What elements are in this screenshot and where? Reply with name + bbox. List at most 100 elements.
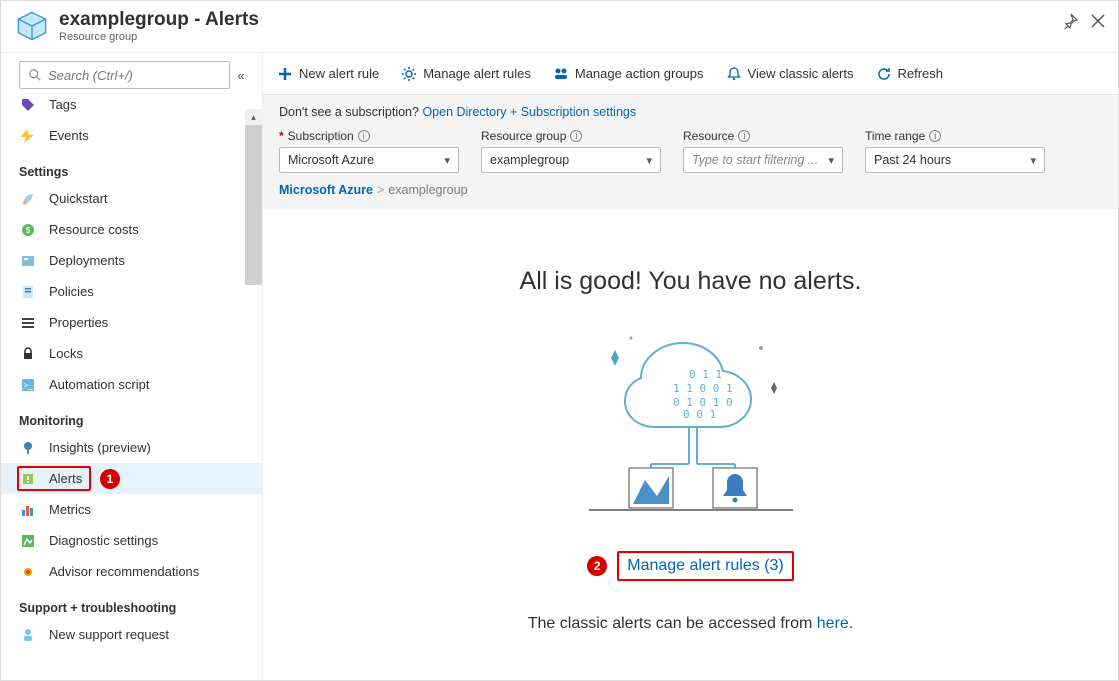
time-range-select[interactable]: Past 24 hours ▾ — [865, 147, 1045, 173]
toolbar-label: New alert rule — [299, 66, 379, 81]
svg-text:>_: >_ — [23, 381, 33, 390]
subscription-select[interactable]: Microsoft Azure▾ — [279, 147, 459, 173]
info-icon[interactable]: i — [738, 130, 750, 142]
sidebar-item-new-support[interactable]: New support request — [1, 619, 262, 650]
sidebar-group-support: Support + troubleshooting — [1, 587, 262, 619]
sidebar-item-quickstart[interactable]: Quickstart — [1, 183, 262, 214]
info-icon[interactable]: i — [929, 130, 941, 142]
search-input[interactable]: Search (Ctrl+/) — [19, 61, 230, 89]
bell-icon — [726, 66, 742, 82]
plus-icon — [277, 66, 293, 82]
filter-area: Don't see a subscription? Open Directory… — [263, 95, 1118, 209]
sidebar-item-insights[interactable]: Insights (preview) — [1, 432, 262, 463]
sidebar-item-policies[interactable]: Policies — [1, 276, 262, 307]
select-value: Microsoft Azure — [288, 153, 374, 167]
breadcrumb-sep: > — [377, 183, 384, 197]
classic-alerts-link[interactable]: here — [817, 615, 849, 632]
classic-prefix: The classic alerts can be accessed from — [528, 615, 817, 632]
search-placeholder: Search (Ctrl+/) — [48, 68, 133, 83]
manage-alert-rules-link[interactable]: Manage alert rules (3) — [627, 557, 784, 574]
callout-highlight-2: Manage alert rules (3) — [617, 551, 794, 581]
subscription-label: Subscription — [288, 129, 354, 143]
collapse-sidebar-icon[interactable]: « — [230, 68, 252, 83]
resource-label: Resource — [683, 129, 734, 143]
open-directory-link[interactable]: Open Directory + Subscription settings — [422, 105, 636, 119]
chevron-down-icon: ▾ — [646, 154, 652, 167]
page-header: examplegroup - Alerts Resource group — [1, 1, 1118, 53]
sidebar-item-label: Locks — [49, 346, 83, 361]
subscription-note: Don't see a subscription? Open Directory… — [279, 105, 1102, 119]
chevron-down-icon: ▾ — [1030, 154, 1036, 167]
sidebar-item-automation-script[interactable]: >_ Automation script — [1, 369, 262, 400]
close-icon[interactable] — [1090, 13, 1106, 34]
advisor-icon — [19, 564, 37, 580]
properties-icon — [19, 315, 37, 331]
svg-text:0 0 1: 0 0 1 — [683, 408, 716, 421]
sidebar-item-label: Resource costs — [49, 222, 139, 237]
action-groups-icon — [553, 66, 569, 82]
breadcrumb: Microsoft Azure>examplegroup — [279, 183, 1102, 197]
sidebar-item-label: Automation script — [49, 377, 149, 392]
manage-alert-rules-button[interactable]: Manage alert rules — [401, 66, 531, 82]
refresh-button[interactable]: Refresh — [876, 66, 944, 82]
toolbar-label: View classic alerts — [748, 66, 854, 81]
toolbar-label: Refresh — [898, 66, 944, 81]
sidebar-item-label: Policies — [49, 284, 94, 299]
sidebar-item-label: Tags — [49, 97, 76, 112]
time-range-label: Time range — [865, 129, 925, 143]
events-icon — [19, 128, 37, 144]
deployments-icon — [19, 253, 37, 269]
policies-icon — [19, 284, 37, 300]
svg-text:0 1 1: 0 1 1 — [689, 368, 722, 381]
sidebar-item-tags[interactable]: Tags — [1, 91, 262, 120]
sidebar-item-advisor[interactable]: Advisor recommendations — [1, 556, 262, 587]
callout-highlight-1 — [17, 466, 91, 491]
sidebar-item-properties[interactable]: Properties — [1, 307, 262, 338]
sidebar-item-metrics[interactable]: Metrics — [1, 494, 262, 525]
page-subtitle: Resource group — [59, 31, 259, 43]
callout-badge-2: 2 — [587, 556, 607, 576]
gear-icon — [401, 66, 417, 82]
select-value: examplegroup — [490, 153, 569, 167]
sidebar-item-label: New support request — [49, 627, 169, 642]
sidebar-item-deployments[interactable]: Deployments — [1, 245, 262, 276]
chevron-down-icon: ▾ — [828, 154, 834, 167]
required-star: * — [279, 129, 284, 143]
refresh-icon — [876, 66, 892, 82]
resource-filter-input[interactable]: Type to start filtering ...▾ — [683, 147, 843, 173]
view-classic-alerts-button[interactable]: View classic alerts — [726, 66, 854, 82]
sidebar-group-monitoring: Monitoring — [1, 400, 262, 432]
sidebar-item-diagnostic-settings[interactable]: Diagnostic settings — [1, 525, 262, 556]
sidebar-item-resource-costs[interactable]: $ Resource costs — [1, 214, 262, 245]
breadcrumb-root-link[interactable]: Microsoft Azure — [279, 183, 373, 197]
manage-action-groups-button[interactable]: Manage action groups — [553, 66, 704, 82]
support-icon — [19, 627, 37, 643]
info-icon[interactable]: i — [570, 130, 582, 142]
sidebar-item-alerts[interactable]: Alerts 1 — [1, 463, 262, 494]
resource-group-label: Resource group — [481, 129, 566, 143]
automation-icon: >_ — [19, 377, 37, 393]
select-value: Past 24 hours — [874, 153, 951, 167]
empty-state: All is good! You have no alerts. 0 1 1 1… — [263, 209, 1118, 680]
sidebar: Search (Ctrl+/) « ▴ Tags Events Settings — [1, 53, 263, 680]
sidebar-item-label: Advisor recommendations — [49, 564, 199, 579]
insights-icon — [19, 440, 37, 456]
resource-costs-icon: $ — [19, 222, 37, 238]
pin-icon[interactable] — [1062, 13, 1078, 34]
svg-text:$: $ — [26, 226, 31, 235]
sidebar-item-label: Metrics — [49, 502, 91, 517]
sidebar-item-label: Diagnostic settings — [49, 533, 158, 548]
sidebar-item-events[interactable]: Events — [1, 120, 262, 151]
resource-group-select[interactable]: examplegroup ▾ — [481, 147, 661, 173]
main-pane: New alert rule Manage alert rules Manage… — [263, 53, 1118, 680]
callout-badge-1: 1 — [100, 469, 120, 489]
info-icon[interactable]: i — [358, 130, 370, 142]
toolbar-label: Manage action groups — [575, 66, 704, 81]
sidebar-item-label: Properties — [49, 315, 108, 330]
classic-alerts-text: The classic alerts can be accessed from … — [528, 615, 854, 633]
sidebar-item-label: Quickstart — [49, 191, 108, 206]
tag-icon — [19, 97, 37, 113]
lock-icon — [19, 346, 37, 362]
new-alert-rule-button[interactable]: New alert rule — [277, 66, 379, 82]
sidebar-item-locks[interactable]: Locks — [1, 338, 262, 369]
